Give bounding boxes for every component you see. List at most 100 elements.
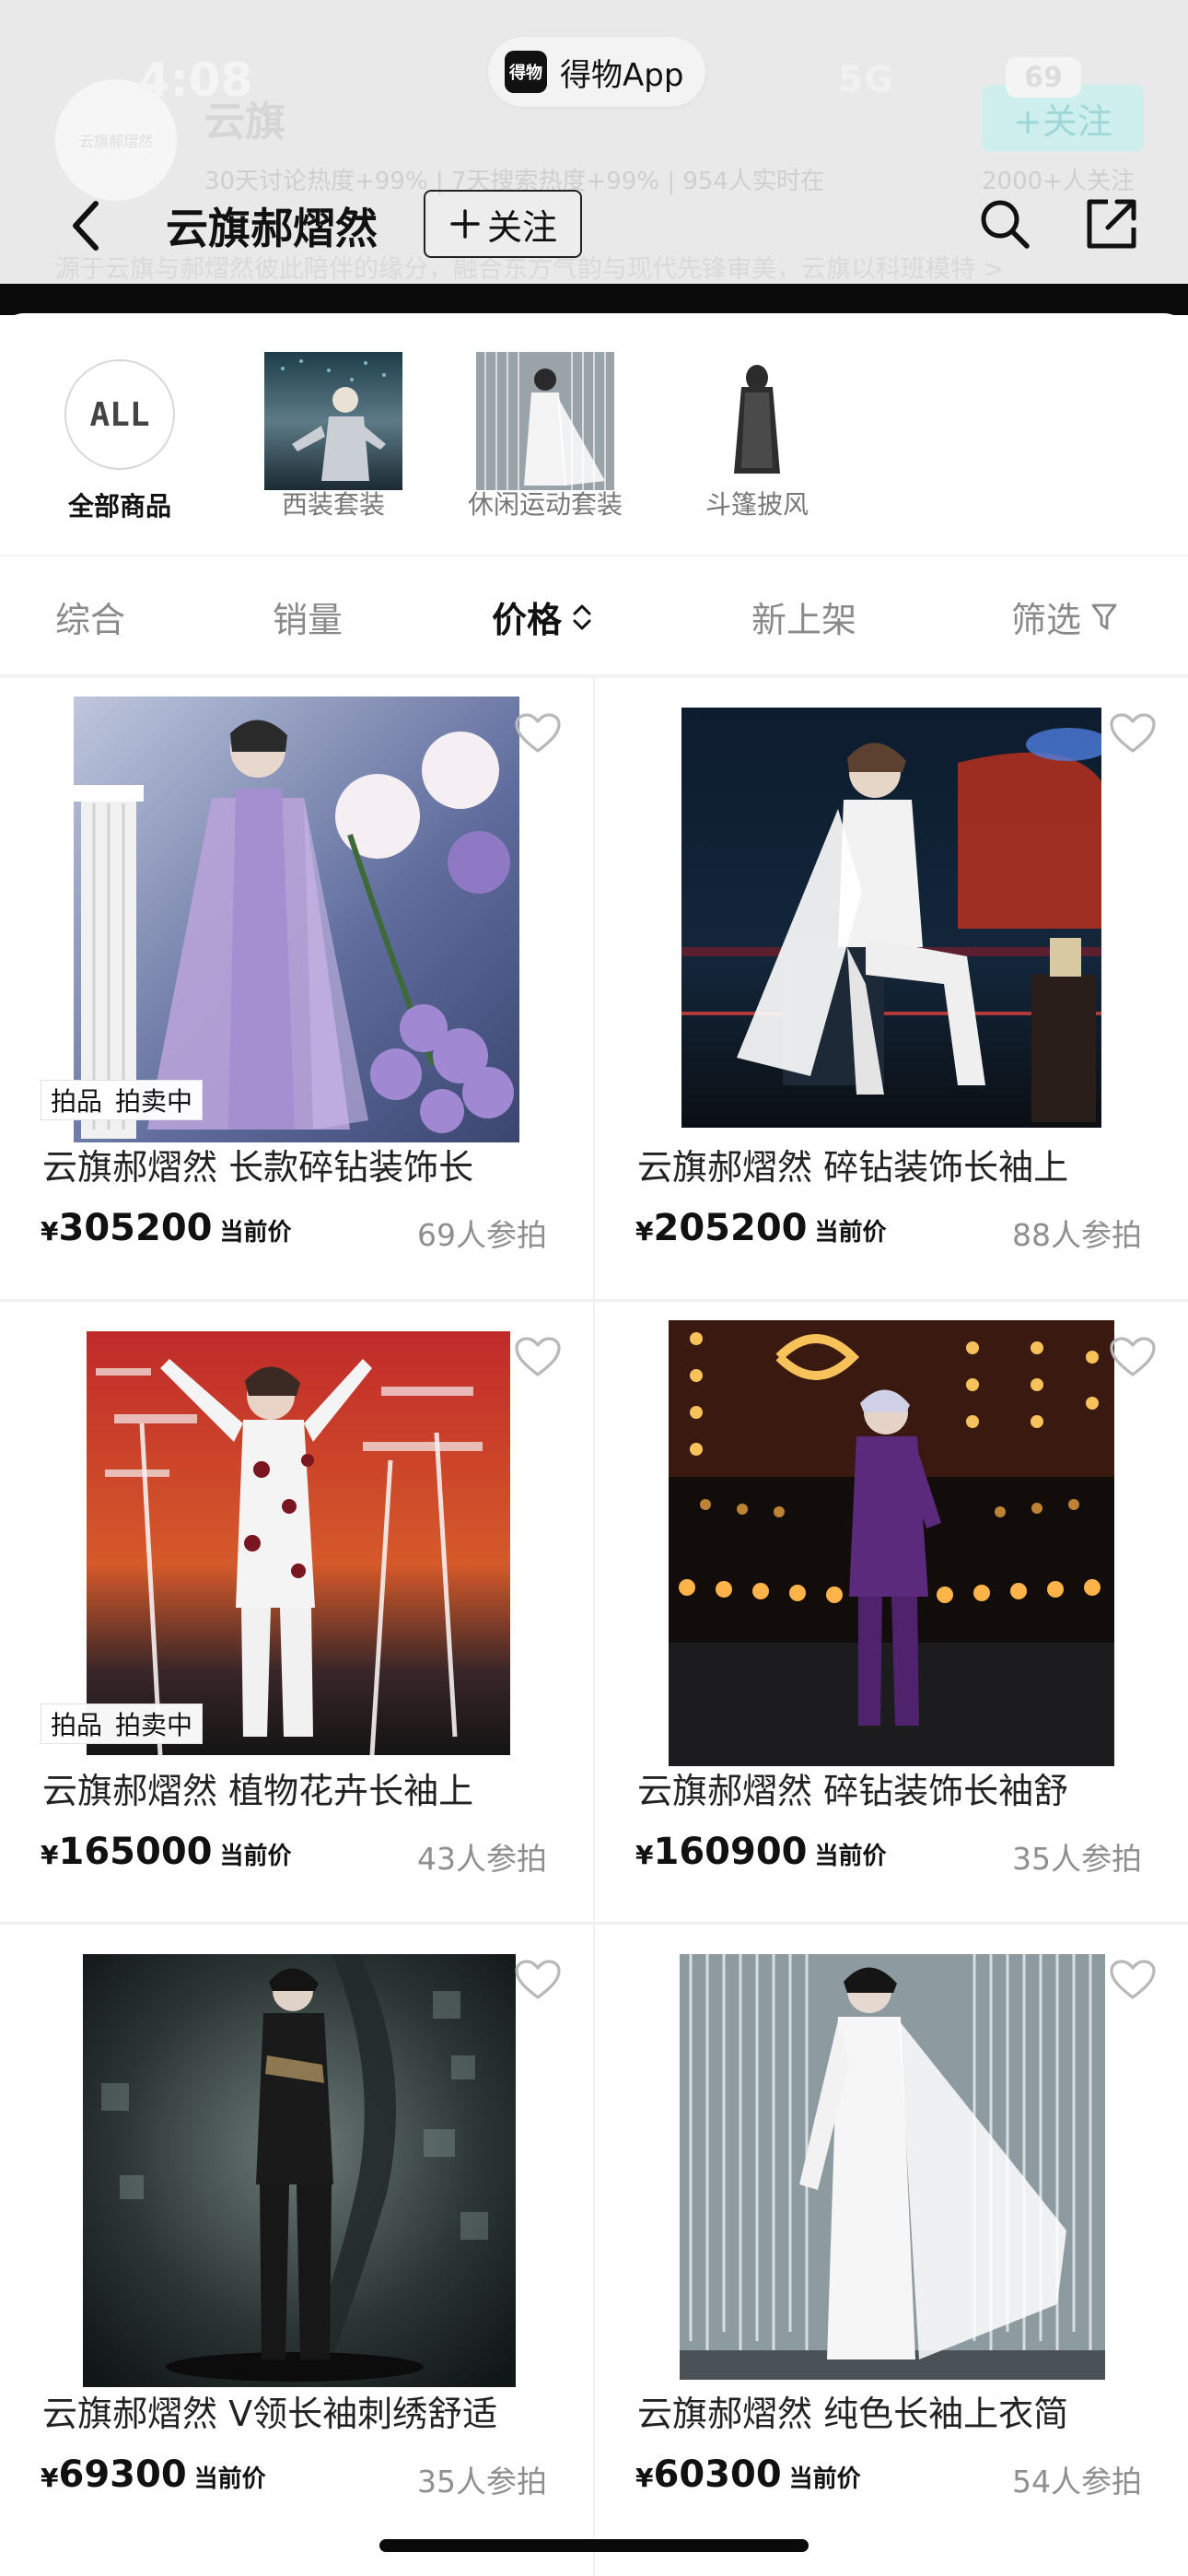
price-label: 当前价 [219,1843,292,1870]
price-row: ¥ 160900 当前价 [635,1831,887,1873]
nav-bar: 云旗郝熠然 关注 [0,175,1188,276]
product-price: 305200 [58,1207,213,1249]
product-card[interactable]: 云旗郝熠然 V领长袖刺绣舒适 ¥ 69300 当前价 35人参拍 [0,1925,593,2547]
sort-price[interactable]: 价格 [492,591,593,642]
category-thumbnail [264,352,402,490]
product-price: 160900 [653,1831,808,1873]
product-card[interactable]: 拍品 拍卖中 云旗郝熠然 植物花卉长袖上 ¥ 165000 当前价 43人参拍 [0,1302,593,1925]
price-label: 当前价 [814,1219,887,1247]
heart-icon [515,1337,561,1376]
plus-icon [450,209,480,239]
banner-shadow [0,284,1188,315]
product-card[interactable]: 云旗郝熠然 纯色长袖上衣简 ¥ 60300 当前价 54人参拍 [595,1925,1188,2547]
bidder-count: 54人参拍 [1012,2464,1142,2500]
favorite-button[interactable] [512,708,564,759]
auction-tag-status: 拍卖中 [115,1086,193,1117]
home-indicator[interactable] [379,2539,809,2552]
category-all[interactable]: ALL 全部商品 [28,352,212,523]
price-label: 当前价 [788,2465,861,2493]
sort-label: 新上架 [751,600,857,640]
product-title: 云旗郝熠然 纯色长袖上衣简 [637,2394,1069,2434]
category-label: 西装套装 [281,489,385,520]
app-logo-icon: 得物 [505,51,547,93]
product-card[interactable]: 云旗郝熠然 碎钻装饰长袖舒 ¥ 160900 当前价 35人参拍 [595,1302,1188,1925]
brand-header: 云旗郝熠然 云旗 +关注 30天讨论热度+99% | 7天搜索热度+99% | … [0,0,1188,313]
auction-tag-type: 拍品 [51,1710,103,1740]
category-label: 斗篷披风 [705,489,809,520]
sort-comprehensive[interactable]: 综合 [55,591,125,642]
heart-icon [515,713,561,753]
currency-symbol: ¥ [41,1216,59,1247]
product-image [74,697,519,1142]
favorite-button[interactable] [512,1954,564,2006]
bidder-count: 69人参拍 [417,1217,547,1253]
price-label: 当前价 [193,2465,266,2493]
chevron-left-icon [73,201,99,251]
product-price: 205200 [653,1207,808,1249]
product-image [669,1320,1114,1766]
category-label: 全部商品 [67,491,171,521]
category-cape[interactable]: 斗篷披风 [665,352,849,521]
product-image [681,708,1101,1128]
favorite-button[interactable] [1107,708,1159,759]
favorite-button[interactable] [1107,1954,1159,2006]
heart-icon [1110,713,1156,753]
all-icon: ALL [64,359,175,470]
sort-bar: 综合 销量 价格 新上架 筛选 [0,556,1188,676]
product-image [87,1331,510,1755]
category-row: ALL 全部商品 西装套装 休闲运动套装 斗篷披风 [0,352,1188,536]
product-title: 云旗郝熠然 V领长袖刺绣舒适 [42,2394,498,2434]
auction-badge: 拍品 拍卖中 [41,1704,204,1744]
favorite-button[interactable] [512,1331,564,1383]
sort-label: 价格 [492,600,563,640]
follow-label: 关注 [486,206,557,248]
product-title: 云旗郝熠然 植物花卉长袖上 [42,1771,474,1811]
price-label: 当前价 [219,1219,292,1247]
bidder-count: 35人参拍 [417,2464,547,2500]
product-price: 60300 [653,2453,782,2496]
product-price: 69300 [58,2453,187,2496]
product-title: 云旗郝熠然 碎钻装饰长袖舒 [637,1771,1069,1811]
sort-new[interactable]: 新上架 [751,591,856,642]
search-icon [981,200,1030,249]
heart-icon [515,1960,561,1999]
product-title: 云旗郝熠然 碎钻装饰长袖上 [637,1147,1069,1188]
price-row: ¥ 60300 当前价 [635,2453,861,2496]
product-title: 云旗郝熠然 长款碎钻装饰长 [42,1147,474,1188]
search-button[interactable] [973,192,1037,256]
price-row: ¥ 69300 当前价 [41,2453,266,2496]
category-suits[interactable]: 西装套装 [241,352,425,521]
currency-symbol: ¥ [41,2463,59,2493]
sort-label: 筛选 [1011,600,1082,640]
follow-button[interactable]: 关注 [424,190,582,258]
category-label: 休闲运动套装 [467,489,623,520]
back-button[interactable] [55,193,114,258]
battery-icon: 69 [1006,57,1081,98]
price-row: ¥ 305200 当前价 [41,1207,292,1249]
signal-indicator: 5G [838,59,895,100]
price-row: ¥ 205200 当前价 [635,1207,887,1249]
favorite-button[interactable] [1107,1331,1159,1383]
currency-symbol: ¥ [635,2463,654,2493]
bidder-count: 43人参拍 [417,1841,547,1877]
product-card[interactable]: 拍品 拍卖中 云旗郝熠然 长款碎钻装饰长 ¥ 305200 当前价 69人参拍 [0,678,593,1301]
currency-symbol: ¥ [635,1216,654,1247]
sort-filter[interactable]: 筛选 [1011,591,1118,642]
currency-symbol: ¥ [635,1840,654,1870]
category-thumbnail [476,352,614,490]
status-time: 4:08 [138,53,253,107]
bidder-count: 88人参拍 [1012,1217,1142,1253]
bidder-count: 35人参拍 [1012,1841,1142,1877]
sort-sales[interactable]: 销量 [273,591,343,642]
category-casual[interactable]: 休闲运动套装 [453,352,637,521]
app-switch-pill[interactable]: 得物 得物App [488,37,706,107]
product-card[interactable]: 云旗郝熠然 碎钻装饰长袖上 ¥ 205200 当前价 88人参拍 [595,678,1188,1301]
share-icon [1087,199,1136,249]
product-image [83,1954,516,2387]
filter-icon [1091,603,1117,629]
share-button[interactable] [1079,192,1144,256]
product-image [680,1954,1105,2380]
price-label: 当前价 [814,1843,887,1870]
sort-updown-icon [573,604,591,629]
auction-badge: 拍品 拍卖中 [41,1080,204,1120]
